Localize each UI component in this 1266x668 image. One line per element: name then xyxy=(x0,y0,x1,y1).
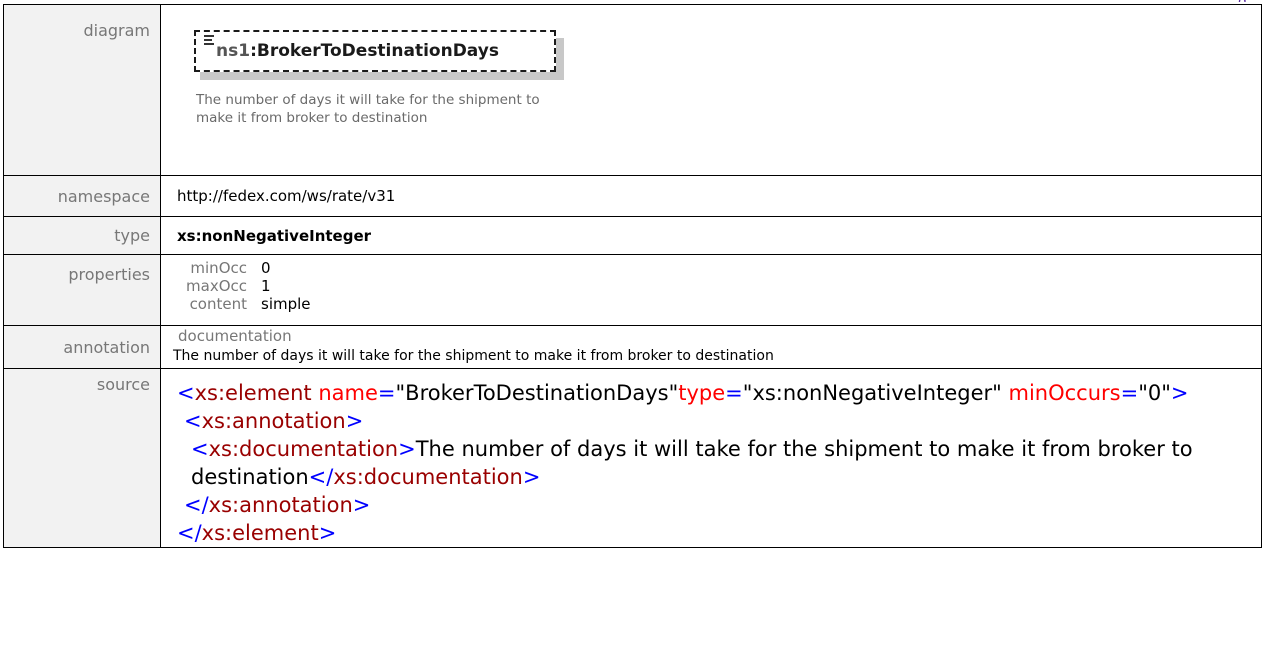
properties-grid: minOcc 0 maxOcc 1 content simple xyxy=(161,255,1261,313)
prop-value-minocc: 0 xyxy=(261,259,271,277)
diagram-element-box[interactable]: ns1:BrokerToDestinationDays xyxy=(194,30,556,72)
row-diagram: diagram ns1:BrokerToDestinationDays The … xyxy=(3,4,1262,176)
label-namespace: namespace xyxy=(57,186,150,206)
prop-key-maxocc: maxOcc xyxy=(186,277,247,295)
src-line-element-open: <xs:element name="BrokerToDestinationDay… xyxy=(177,381,1189,405)
type-value[interactable]: xs:nonNegativeInteger xyxy=(177,217,1261,254)
row-annotation: annotation documentation The number of d… xyxy=(3,325,1262,369)
label-namespace-cell: namespace xyxy=(3,175,161,217)
src-line-element-close: </xs:element> xyxy=(177,521,337,545)
annotation-doc-text: The number of days it will take for the … xyxy=(173,348,774,364)
label-annotation: annotation xyxy=(63,337,150,357)
clipped-top-link: g xyxy=(1238,0,1254,2)
diagram-element-title: ns1:BrokerToDestinationDays xyxy=(216,41,499,61)
properties-cell: minOcc 0 maxOcc 1 content simple xyxy=(160,254,1262,326)
label-diagram: diagram xyxy=(3,4,161,176)
diagram-element-name: BrokerToDestinationDays xyxy=(256,41,499,61)
element-doc-table: diagram ns1:BrokerToDestinationDays The … xyxy=(3,4,1262,548)
src-line-annotation-open: <xs:annotation> xyxy=(184,409,364,433)
annotation-doc-label: documentation xyxy=(178,327,292,345)
namespace-value: http://fedex.com/ws/rate/v31 xyxy=(177,187,396,205)
element-lines-icon xyxy=(204,35,216,45)
row-namespace: namespace http://fedex.com/ws/rate/v31 xyxy=(3,175,1262,217)
diagram: ns1:BrokerToDestinationDays The number o… xyxy=(161,5,1261,159)
type-cell: xs:nonNegativeInteger xyxy=(160,216,1262,255)
source-cell: <xs:element name="BrokerToDestinationDay… xyxy=(160,368,1262,548)
label-source: source xyxy=(3,368,161,548)
label-properties: properties xyxy=(3,254,161,326)
label-annotation-cell: annotation xyxy=(3,325,161,369)
prop-value-maxocc: 1 xyxy=(261,277,271,295)
label-type-cell: type xyxy=(3,216,161,255)
annotation-cell: documentation The number of days it will… xyxy=(160,325,1262,369)
src-line-annotation-close: </xs:annotation> xyxy=(184,493,371,517)
src-line-documentation: <xs:documentation>The number of days it … xyxy=(191,437,1193,489)
namespace-cell: http://fedex.com/ws/rate/v31 xyxy=(160,175,1262,217)
prop-key-minocc: minOcc xyxy=(190,259,247,277)
row-properties: properties minOcc 0 maxOcc 1 content sim… xyxy=(3,254,1262,326)
source-code: <xs:element name="BrokerToDestinationDay… xyxy=(177,369,1261,547)
diagram-cell: ns1:BrokerToDestinationDays The number o… xyxy=(160,4,1262,176)
row-type: type xs:nonNegativeInteger xyxy=(3,216,1262,255)
diagram-element-colon: : xyxy=(250,41,257,61)
prop-key-content: content xyxy=(189,295,247,313)
diagram-description: The number of days it will take for the … xyxy=(196,92,540,126)
diagram-element-prefix: ns1 xyxy=(216,41,251,61)
row-source: source <xs:element name="BrokerToDestina… xyxy=(3,368,1262,548)
label-type: type xyxy=(114,226,150,245)
prop-value-content: simple xyxy=(261,295,311,313)
